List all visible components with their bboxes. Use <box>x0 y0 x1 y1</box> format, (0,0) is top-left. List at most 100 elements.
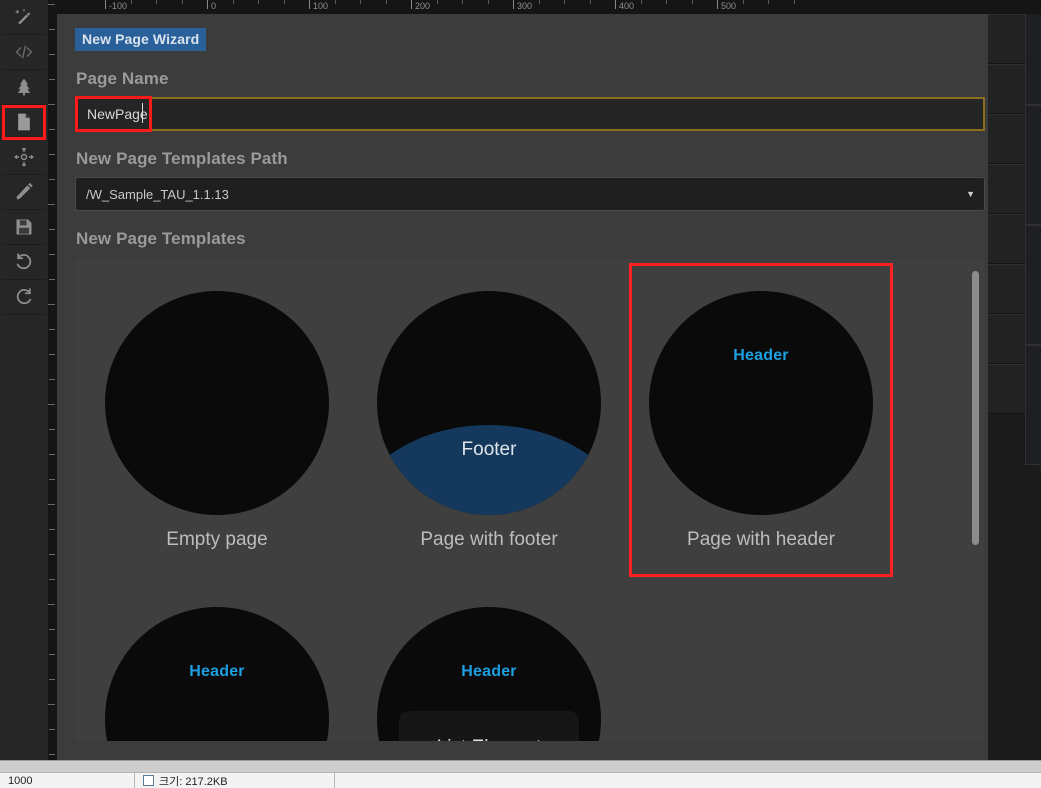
ruler-tick-label: 100 <box>313 0 328 12</box>
template-name: Page with footer <box>420 529 557 551</box>
ruler-tick <box>49 679 55 680</box>
ruler-minor-tick <box>641 0 642 4</box>
ruler-tick <box>49 79 55 80</box>
ruler-tick <box>49 479 55 480</box>
template-card[interactable]: Footer Page with footer <box>359 265 619 575</box>
template-name: Page with header <box>687 529 835 551</box>
template-card[interactable]: Header List Element <box>359 581 619 741</box>
template-name: Empty page <box>166 529 267 551</box>
ruler-tick <box>49 129 55 130</box>
template-footer-band: Footer <box>377 425 601 515</box>
template-thumbnail: Header <box>105 607 329 741</box>
ruler-minor-tick <box>590 0 591 4</box>
ruler-minor-tick <box>488 0 489 4</box>
templates-path-select[interactable]: /W_Sample_TAU_1.1.13 ▼ <box>75 177 985 211</box>
new-page-wizard-dialog: New Page Wizard Page Name New Page Templ… <box>57 14 988 760</box>
ruler-tick <box>49 754 55 755</box>
size-value: 크기: 217.2KB <box>159 773 228 788</box>
right-side-panel <box>988 14 1041 760</box>
template-thumbnail <box>105 291 329 515</box>
zoom-value: 1000 <box>8 775 32 787</box>
ruler-tick <box>49 154 55 155</box>
ruler-tick <box>49 179 55 180</box>
ruler-minor-tick <box>437 0 438 4</box>
ruler-minor-tick <box>131 0 132 4</box>
ruler-minor-tick <box>564 0 565 4</box>
templates-gallery: Empty page Footer Page with footer Header Pa… <box>75 259 985 741</box>
template-header-text: Header <box>733 347 788 365</box>
ruler-minor-tick <box>182 0 183 4</box>
ruler-tick <box>49 254 55 255</box>
text-caret <box>142 103 143 123</box>
ruler-tick <box>105 0 106 9</box>
move-icon[interactable] <box>2 140 46 175</box>
ruler-tick <box>49 329 55 330</box>
ruler-tick <box>615 0 616 9</box>
template-thumbnail: Header List Element <box>377 607 601 741</box>
ruler-tick <box>49 279 55 280</box>
ruler-tick <box>49 729 55 730</box>
ruler-tick <box>49 54 55 55</box>
page-name-input[interactable] <box>75 97 985 131</box>
ruler-tick <box>513 0 514 9</box>
page-icon[interactable] <box>2 105 46 140</box>
ruler-tick <box>717 0 718 9</box>
ruler-minor-tick <box>666 0 667 4</box>
chevron-down-icon: ▼ <box>966 189 975 199</box>
ruler-tick <box>309 0 310 9</box>
ruler-tick-label: 300 <box>517 0 532 12</box>
zoom-value-cell: 1000 <box>0 773 135 788</box>
ruler-minor-tick <box>284 0 285 4</box>
ruler-tick <box>49 379 55 380</box>
extra-cell <box>335 773 1041 788</box>
size-value-cell: 크기: 217.2KB <box>135 773 335 788</box>
template-card[interactable]: Header <box>87 581 347 741</box>
template-list-text: List Element <box>437 737 542 741</box>
ruler-tick <box>207 0 208 9</box>
dialog-title: New Page Wizard <box>75 28 206 51</box>
ruler-tick-label: 200 <box>415 0 430 12</box>
ruler-minor-tick <box>233 0 234 4</box>
save-icon[interactable] <box>2 210 46 245</box>
ruler-minor-tick <box>156 0 157 4</box>
page-name-field-wrap <box>75 97 972 131</box>
ruler-tick-label: 400 <box>619 0 634 12</box>
templates-scrollbar[interactable] <box>968 259 982 741</box>
horizontal-ruler: -1000100200300400500 <box>57 0 1041 14</box>
ruler-tick <box>49 529 55 530</box>
template-card[interactable]: Empty page <box>87 265 347 575</box>
ruler-minor-tick <box>258 0 259 4</box>
template-header-text: Header <box>189 663 244 681</box>
template-header-text: Header <box>461 663 516 681</box>
status-row: 1000 크기: 217.2KB <box>0 772 1041 788</box>
ruler-minor-tick <box>794 0 795 4</box>
app-window: -1000100200300400500 <box>0 0 1041 788</box>
ruler-minor-tick <box>360 0 361 4</box>
ruler-tick <box>49 654 55 655</box>
pencil-icon[interactable] <box>2 175 46 210</box>
ruler-minor-tick <box>335 0 336 4</box>
templates-label: New Page Templates <box>76 229 972 249</box>
ruler-tick-label: 0 <box>211 0 216 12</box>
ruler-minor-tick <box>768 0 769 4</box>
undo-icon[interactable] <box>2 245 46 280</box>
page-name-label: Page Name <box>76 69 972 89</box>
ruler-tick <box>49 554 55 555</box>
ruler-tick <box>49 629 55 630</box>
ruler-tick <box>49 429 55 430</box>
ruler-minor-tick <box>539 0 540 4</box>
templates-path-value: /W_Sample_TAU_1.1.13 <box>86 187 229 202</box>
template-thumbnail: Footer <box>377 291 601 515</box>
tree-icon[interactable] <box>2 70 46 105</box>
page-box-icon <box>143 775 154 786</box>
ruler-tick <box>49 454 55 455</box>
templates-scrollbar-thumb[interactable] <box>972 271 979 545</box>
redo-icon[interactable] <box>2 280 46 315</box>
template-card[interactable]: Header Page with header <box>631 265 891 575</box>
ruler-tick <box>411 0 412 9</box>
magic-wand-icon[interactable] <box>2 0 46 35</box>
template-list-band: List Element <box>399 711 579 741</box>
ruler-minor-tick <box>692 0 693 4</box>
ruler-tick-label: -100 <box>109 0 127 12</box>
code-icon[interactable] <box>2 35 46 70</box>
